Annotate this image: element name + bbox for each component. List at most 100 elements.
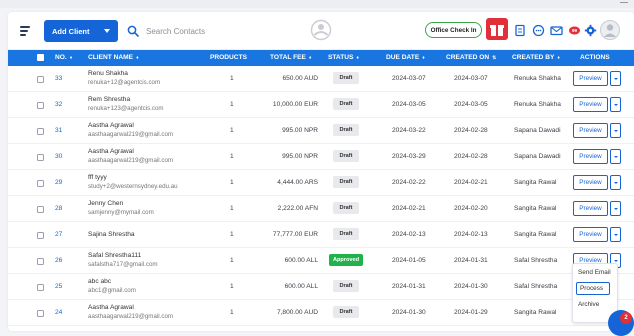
- select-all-checkbox[interactable]: [37, 54, 44, 61]
- table-row[interactable]: 28 Jenny Chen samjenny@mymail.com 1 2,222…: [8, 196, 634, 222]
- client-email: aasthaagarwal219@gmail.com: [88, 312, 174, 320]
- table-row[interactable]: 25 abc abc abc1@gmail.com 1 600.00 ALL Dr…: [8, 274, 634, 300]
- row-number-link[interactable]: 27: [55, 231, 62, 238]
- table-row[interactable]: 27 Sajina Shrestha 1 77,777.00 EUR Draft…: [8, 222, 634, 248]
- client-name: Renu Shakha: [88, 70, 128, 77]
- table-row[interactable]: 29 fff tyyy study+2@westernsydney.edu.au …: [8, 170, 634, 196]
- menu-item-process[interactable]: Process: [576, 282, 610, 295]
- table-row[interactable]: 26 Safal Shrestha111 safalstha717@gmail.c…: [8, 248, 634, 274]
- column-created-on[interactable]: CREATED ON ⇅: [446, 54, 496, 61]
- search-icon[interactable]: [127, 25, 139, 37]
- chat-icon[interactable]: [532, 24, 545, 37]
- status-badge: Draft: [333, 98, 359, 110]
- created-on: 2024-02-21: [454, 179, 488, 186]
- total-fee: 2,222.00 AFN: [277, 205, 318, 212]
- chevron-down-icon: [614, 156, 618, 158]
- row-checkbox[interactable]: [37, 102, 44, 109]
- preview-button[interactable]: Preview: [573, 149, 608, 164]
- search-contacts-input[interactable]: [146, 22, 286, 40]
- column-total-fee[interactable]: TOTAL FEE ♦: [270, 54, 311, 61]
- created-by: Sangita Rawal: [514, 179, 557, 186]
- actions-dropdown-toggle[interactable]: [610, 71, 621, 86]
- row-number-link[interactable]: 30: [55, 153, 62, 160]
- minimize-dash-icon[interactable]: [620, 2, 628, 3]
- client-email: study+2@westernsydney.edu.au: [88, 182, 178, 190]
- column-due-date[interactable]: DUE DATE ♦: [386, 54, 425, 61]
- row-checkbox[interactable]: [37, 154, 44, 161]
- menu-item-send-email[interactable]: Send Email: [578, 269, 611, 276]
- row-checkbox[interactable]: [37, 284, 44, 291]
- row-checkbox[interactable]: [37, 76, 44, 83]
- table-row[interactable]: 24 Aastha Agrawal aasthaagarwal219@gmail.…: [8, 300, 634, 326]
- client-email: safalstha717@gmail.com: [88, 260, 158, 268]
- row-number-link[interactable]: 29: [55, 179, 62, 186]
- client-email: aasthaagarwal219@gmail.com: [88, 130, 174, 138]
- row-number-link[interactable]: 26: [55, 257, 62, 264]
- status-badge: Draft: [333, 228, 359, 240]
- preview-button[interactable]: Preview: [573, 71, 608, 86]
- settings-icon[interactable]: [584, 24, 597, 37]
- row-number-link[interactable]: 31: [55, 127, 62, 134]
- row-number-link[interactable]: 25: [55, 283, 62, 290]
- preview-button[interactable]: Preview: [573, 227, 608, 242]
- row-checkbox[interactable]: [37, 258, 44, 265]
- table-row[interactable]: 33 Renu Shakha renuka+12@agentcis.com 1 6…: [8, 66, 634, 92]
- menu-icon[interactable]: [18, 24, 32, 38]
- add-client-button[interactable]: Add Client: [44, 20, 118, 42]
- row-checkbox[interactable]: [37, 206, 44, 213]
- actions-dropdown-toggle[interactable]: [610, 97, 621, 112]
- chevron-down-icon: [614, 208, 618, 210]
- menu-item-archive[interactable]: Archive: [578, 301, 599, 308]
- row-checkbox[interactable]: [37, 128, 44, 135]
- actions-dropdown-toggle[interactable]: [610, 149, 621, 164]
- bell-icon[interactable]: 99: [568, 24, 581, 37]
- column-no[interactable]: NO. ♦: [55, 54, 72, 61]
- client-name-cell: Jenny Chen samjenny@mymail.com: [88, 200, 154, 217]
- actions-dropdown-toggle[interactable]: [610, 201, 621, 216]
- column-status[interactable]: STATUS ♦: [328, 54, 359, 61]
- row-number-link[interactable]: 32: [55, 101, 62, 108]
- client-name-cell: abc abc abc1@gmail.com: [88, 278, 136, 295]
- office-check-in-button[interactable]: Office Check In: [425, 22, 482, 38]
- status-badge: Draft: [333, 124, 359, 136]
- window-top-strip: [0, 0, 634, 8]
- user-avatar-icon[interactable]: [600, 19, 620, 41]
- created-by: Renuka Shakha: [514, 101, 561, 108]
- due-date: 2024-01-31: [392, 283, 426, 290]
- created-by: Safal Shrestha: [514, 283, 558, 290]
- table-row[interactable]: 31 Aastha Agrawal aasthaagarwal219@gmail.…: [8, 118, 634, 144]
- preview-button[interactable]: Preview: [573, 97, 608, 112]
- row-checkbox[interactable]: [37, 310, 44, 317]
- row-number-link[interactable]: 33: [55, 75, 62, 82]
- mail-icon[interactable]: [550, 24, 563, 37]
- status-badge: Draft: [333, 306, 359, 318]
- table-row[interactable]: 30 Aastha Agrawal aasthaagarwal219@gmail.…: [8, 144, 634, 170]
- gift-icon[interactable]: [486, 18, 508, 40]
- table-row[interactable]: 32 Rem Shrestha renuka+123@agentcis.com 1…: [8, 92, 634, 118]
- preview-button[interactable]: Preview: [573, 123, 608, 138]
- due-date: 2024-02-21: [392, 205, 426, 212]
- row-number-link[interactable]: 28: [55, 205, 62, 212]
- row-number-link[interactable]: 24: [55, 309, 62, 316]
- actions-dropdown-toggle[interactable]: [610, 175, 621, 190]
- due-date: 2024-03-22: [392, 127, 426, 134]
- column-created-by[interactable]: CREATED BY ♦: [512, 54, 560, 61]
- client-name: Sajina Shrestha: [88, 231, 135, 238]
- status-badge: Draft: [333, 150, 359, 162]
- client-name-cell: Renu Shakha renuka+12@agentcis.com: [88, 70, 160, 87]
- preview-button[interactable]: Preview: [573, 175, 608, 190]
- client-email: abc1@gmail.com: [88, 286, 136, 294]
- client-name: Rem Shrestha: [88, 96, 131, 103]
- preview-button[interactable]: Preview: [573, 201, 608, 216]
- total-fee: 995.00 NPR: [282, 153, 318, 160]
- products-count: 1: [230, 127, 234, 134]
- actions-dropdown-toggle[interactable]: [610, 123, 621, 138]
- row-checkbox[interactable]: [37, 232, 44, 239]
- created-on: 2024-02-20: [454, 205, 488, 212]
- top-toolbar: Add Client Office Check In: [8, 12, 634, 50]
- products-count: 1: [230, 179, 234, 186]
- document-icon[interactable]: [514, 24, 527, 37]
- column-client-name[interactable]: CLIENT NAME ♦: [88, 54, 139, 61]
- row-checkbox[interactable]: [37, 180, 44, 187]
- actions-dropdown-toggle[interactable]: [610, 227, 621, 242]
